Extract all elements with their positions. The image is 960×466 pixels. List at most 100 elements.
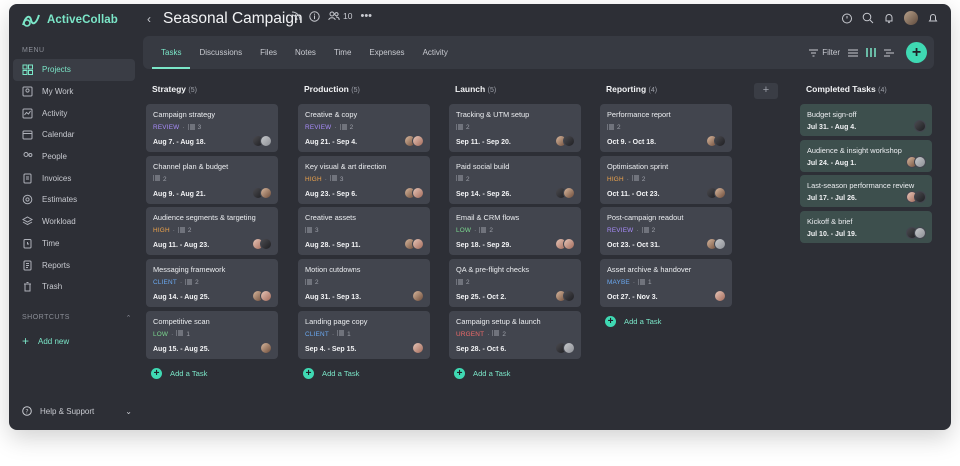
avatar[interactable] (714, 186, 726, 199)
avatar[interactable] (914, 227, 926, 240)
task-card[interactable]: Kickoff & brief Jul 10. - Jul 19. (800, 211, 932, 244)
task-card[interactable]: Audience & insight workshop Jul 24. - Aug… (800, 139, 932, 172)
task-card[interactable]: Campaign strategy REVIEW · 3 Aug 7. - Aug 18… (146, 104, 278, 152)
add-task-button[interactable]: + Add a Task (449, 367, 581, 379)
stopwatch-icon[interactable] (841, 12, 853, 24)
avatar[interactable] (714, 290, 726, 303)
subtask-count: 2 (502, 330, 506, 338)
task-card[interactable]: Messaging framework CLIENT · 2 Aug 14. - Aug… (146, 259, 278, 308)
task-card[interactable]: Key visual & art direction HIGH · 3 Aug 23. … (298, 155, 430, 204)
task-title: Motion cutdowns (305, 265, 361, 275)
task-card[interactable]: Motion cutdowns 2 Aug 31. - Sep 13. (298, 259, 430, 308)
column-view-icon[interactable] (866, 48, 876, 57)
avatar[interactable] (412, 290, 424, 303)
sidebar-item-projects[interactable]: Projects (13, 59, 135, 81)
task-card[interactable]: Tracking & UTM setup 2 Sep 11. - Sep 20. (449, 104, 581, 152)
sidebar-item-trash[interactable]: Trash (13, 276, 135, 298)
column-count: (5) (188, 87, 197, 94)
avatar[interactable] (260, 135, 272, 147)
sidebar-item-invoices[interactable]: Invoices (13, 167, 135, 189)
user-avatar[interactable] (904, 11, 918, 25)
avatar[interactable] (563, 186, 575, 199)
assignee-avatars (252, 290, 272, 303)
task-card[interactable]: Audience segments & targeting HIGH · 2 Aug 1… (146, 207, 278, 256)
subtasks-icon (607, 124, 614, 132)
task-card[interactable]: Competitive scan LOW · 1 Aug 15. - Aug 25. (146, 310, 278, 359)
assignee-avatars (706, 135, 726, 147)
shortcuts-header[interactable]: SHORTCUTS ⌃ (22, 314, 132, 322)
info-icon[interactable] (309, 10, 320, 22)
avatar[interactable] (412, 341, 424, 354)
add-column-button[interactable]: + (754, 83, 778, 99)
task-card[interactable]: QA & pre-flight checks 2 Sep 25. - Oct 2. (449, 259, 581, 308)
sidebar-item-people[interactable]: People (13, 146, 135, 168)
members-button[interactable]: 10 (328, 11, 352, 21)
task-card[interactable]: Last-season performance review Jul 17. - … (800, 175, 932, 208)
task-card[interactable]: Asset archive & handover MAYBE · 1 Oct 27. -… (600, 259, 732, 308)
task-card[interactable]: Budget sign-off Jul 31. - Aug 4. (800, 104, 932, 136)
rss-icon[interactable] (291, 11, 301, 21)
task-label: HIGH (607, 175, 624, 183)
avatar[interactable] (260, 238, 272, 251)
help-support[interactable]: ? Help & Support ⌄ (22, 406, 132, 416)
sidebar-item-reports[interactable]: Reports (13, 254, 135, 276)
back-icon[interactable]: ‹ (147, 12, 151, 26)
avatar[interactable] (412, 238, 424, 251)
notifications-icon[interactable] (883, 12, 895, 24)
column-production: Production (5) Creative & copy REVIEW · 2 Aug… (298, 84, 430, 379)
add-new-shortcut[interactable]: + Add new (22, 334, 69, 348)
subtask-count: 2 (641, 175, 646, 183)
avatar[interactable] (563, 238, 575, 251)
task-card[interactable]: Email & CRM flows LOW · 2 Sep 18. - Sep 29. (449, 207, 581, 256)
logo[interactable]: ActiveCollab (21, 12, 118, 28)
sidebar-item-my-work[interactable]: My Work (13, 81, 135, 103)
avatar[interactable] (412, 186, 424, 199)
task-card[interactable]: Optimisation sprint HIGH · 2 Oct 11. - Oct 2… (600, 155, 732, 204)
avatar[interactable] (714, 135, 726, 147)
add-task-button[interactable]: + Add a Task (146, 367, 278, 379)
task-card[interactable]: Campaign setup & launch URGENT · 2 Sep 28. -… (449, 310, 581, 359)
avatar[interactable] (260, 290, 272, 303)
timeline-view-icon[interactable] (884, 49, 894, 57)
avatar[interactable] (914, 120, 926, 132)
avatar[interactable] (260, 341, 272, 354)
tab-activity[interactable]: Activity (414, 36, 457, 69)
task-card[interactable]: Creative & copy REVIEW · 2 Aug 21. - Sep 4. (298, 104, 430, 152)
avatar[interactable] (714, 238, 726, 251)
more-options-icon[interactable]: ••• (360, 10, 372, 22)
task-title: Audience segments & targeting (153, 213, 256, 223)
sidebar-item-calendar[interactable]: Calendar (13, 124, 135, 146)
sidebar-item-workload[interactable]: Workload (13, 211, 135, 233)
avatar[interactable] (563, 290, 575, 303)
avatar[interactable] (412, 135, 424, 147)
avatar[interactable] (914, 155, 926, 168)
search-icon[interactable] (862, 12, 874, 24)
tab-expenses[interactable]: Expenses (360, 36, 413, 69)
task-card[interactable]: Landing page copy CLIENT · 1 Sep 4. - Sep 15… (298, 310, 430, 359)
avatar[interactable] (260, 186, 272, 199)
sidebar-item-time[interactable]: Time (13, 233, 135, 255)
task-card[interactable]: Creative assets 3 Aug 28. - Sep 11. (298, 207, 430, 256)
avatar[interactable] (563, 135, 575, 147)
task-card[interactable]: Channel plan & budget 2 Aug 9. - Aug 21. (146, 155, 278, 204)
tab-tasks[interactable]: Tasks (152, 36, 191, 69)
filter-button[interactable]: Filter (809, 48, 840, 57)
avatar[interactable] (914, 191, 926, 204)
task-card[interactable]: Paid social build 2 Sep 14. - Sep 26. (449, 155, 581, 204)
avatar[interactable] (563, 341, 575, 354)
add-button[interactable]: + (906, 42, 927, 63)
tab-discussions[interactable]: Discussions (190, 36, 251, 69)
sidebar-item-activity[interactable]: Activity (13, 102, 135, 124)
add-task-button[interactable]: + Add a Task (600, 316, 732, 328)
plus-icon: + (605, 316, 616, 328)
list-view-icon[interactable] (848, 49, 858, 57)
task-card[interactable]: Post-campaign readout REVIEW · 2 Oct 23. - O… (600, 207, 732, 256)
sidebar-item-estimates[interactable]: Estimates (13, 189, 135, 211)
tab-time[interactable]: Time (325, 36, 360, 69)
add-task-button[interactable]: + Add a Task (298, 367, 430, 379)
tab-files[interactable]: Files (251, 36, 286, 69)
tab-notes[interactable]: Notes (286, 36, 325, 69)
chevron-up-icon[interactable]: ⌃ (126, 314, 132, 322)
task-card[interactable]: Performance report 2 Oct 9. - Oct 18. (600, 104, 732, 152)
bell-icon[interactable] (927, 12, 939, 24)
